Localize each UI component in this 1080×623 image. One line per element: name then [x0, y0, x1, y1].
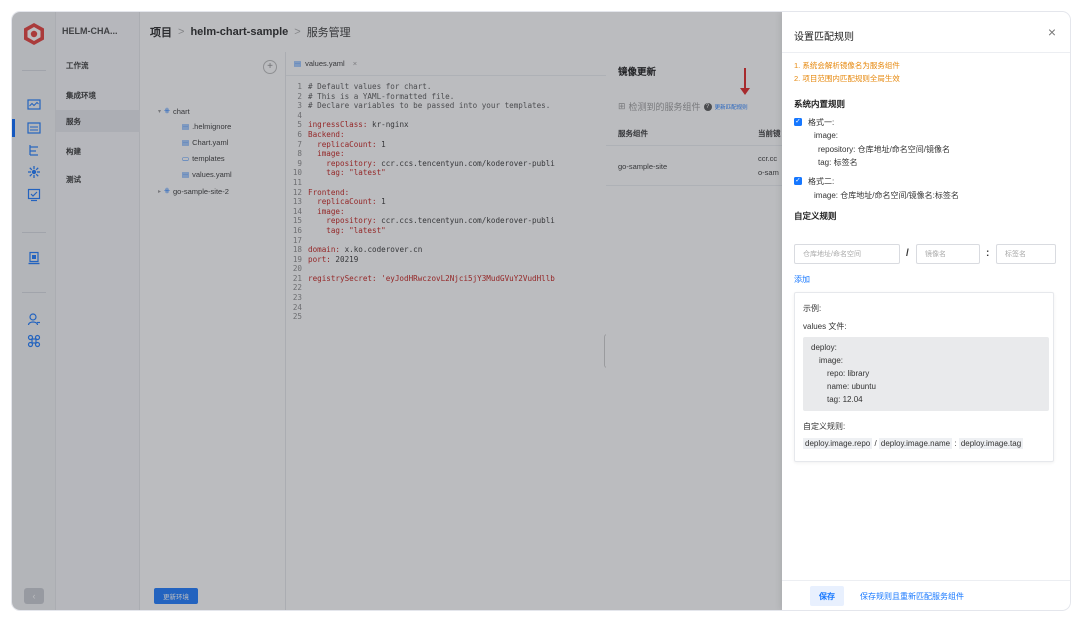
example-line: deploy:	[811, 343, 837, 352]
rule-sep: :	[952, 439, 959, 448]
repo-namespace-input[interactable]: 仓库地址/命名空间	[794, 244, 900, 264]
example-card: 示例: values 文件: deploy: image: repo: libr…	[794, 292, 1054, 462]
format2-label: 格式二:	[808, 177, 835, 186]
builtin-rules-title: 系统内置规则	[794, 99, 846, 109]
tip-line: 1. 系统会解析镜像名为服务组件	[794, 61, 900, 70]
slash-separator: /	[906, 248, 909, 259]
example-line: repo: library	[827, 369, 870, 378]
example-line: name: ubuntu	[827, 382, 876, 391]
format1-line: repository: 仓库地址/命名空间/镜像名	[818, 145, 951, 154]
format1-line: tag: 标签名	[818, 158, 858, 167]
custom-rule-example: deploy.image.repo / deploy.image.name : …	[803, 438, 1024, 449]
example-line: tag: 12.04	[827, 395, 863, 404]
format1-line: image:	[814, 131, 839, 140]
add-rule-link[interactable]: 添加	[794, 274, 810, 285]
modal-overlay[interactable]	[12, 12, 782, 610]
rule-sep: /	[872, 439, 879, 448]
example-code: deploy: image: repo: library name: ubunt…	[803, 337, 1049, 411]
save-and-rematch-button[interactable]: 保存规则且重新匹配服务组件	[860, 591, 964, 602]
rule-part: deploy.image.tag	[958, 438, 1024, 449]
values-file-label: values 文件:	[803, 322, 847, 331]
rule-part: deploy.image.repo	[803, 438, 873, 449]
app-window: ‹ HELM-CHA... 工作流 集成环境 服务 构建 测试 项目 > hel…	[12, 12, 1070, 610]
divider	[782, 52, 1070, 53]
close-icon[interactable]: ×	[1048, 24, 1056, 40]
format2-line: image: 仓库地址/命名空间/镜像名:标签名	[814, 191, 959, 200]
format1-label: 格式一:	[808, 118, 835, 127]
format1-checkbox[interactable]: ✓	[794, 118, 802, 126]
example-title: 示例:	[803, 304, 822, 313]
save-button[interactable]: 保存	[810, 586, 844, 606]
image-name-input[interactable]: 镜像名	[916, 244, 980, 264]
match-rules-drawer: 设置匹配规则 × 1. 系统会解析镜像名为服务组件 2. 项目范围内匹配规则全局…	[782, 12, 1070, 610]
example-line: image:	[819, 356, 844, 365]
custom-rules-title: 自定义规则	[794, 211, 837, 221]
drawer-title: 设置匹配规则	[794, 32, 854, 43]
colon-separator: :	[986, 248, 990, 259]
custom-rule-label: 自定义规则:	[803, 422, 846, 431]
tip-line: 2. 项目范围内匹配规则全局生效	[794, 74, 900, 83]
rule-part: deploy.image.name	[878, 438, 953, 449]
format2-checkbox[interactable]: ✓	[794, 177, 802, 185]
tag-name-input[interactable]: 标签名	[996, 244, 1056, 264]
